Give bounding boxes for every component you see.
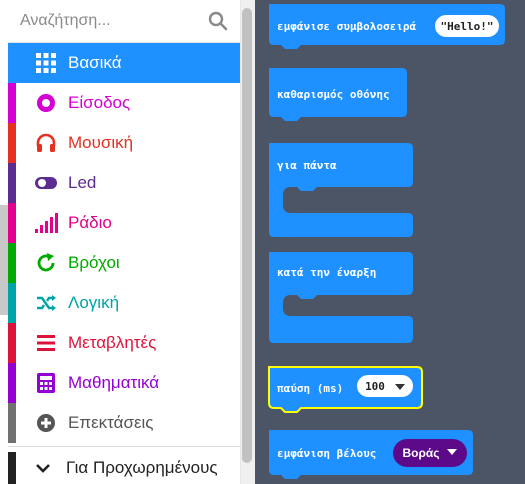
category-label: Ράδιο: [68, 213, 112, 232]
block-label: για πάντα: [277, 159, 337, 172]
grid-icon: [34, 51, 58, 75]
direction-value: Βοράς: [402, 446, 439, 460]
search-input[interactable]: [20, 9, 200, 33]
block-show-string[interactable]: εμφάνισε συμβολοσειρά "Hello!": [269, 4, 505, 49]
search-icon[interactable]: [208, 11, 228, 31]
category-extensions[interactable]: Επεκτάσεις: [8, 403, 240, 443]
block-label: εμφάνιση βέλους: [277, 447, 376, 460]
calculator-icon: [34, 371, 58, 395]
category-logic[interactable]: Λογική: [8, 283, 240, 323]
chevron-down-icon: [34, 458, 54, 478]
category-math[interactable]: Μαθηματικά: [8, 363, 240, 403]
plus-circle-icon: [34, 411, 58, 435]
block-on-start[interactable]: κατά την έναρξη: [269, 252, 413, 343]
block-pause[interactable]: παύση (ms) 100: [268, 366, 423, 413]
block-flyout: εμφάνισε συμβολοσειρά "Hello!" καθαρισμό…: [268, 4, 505, 479]
splitter-handle[interactable]: [0, 205, 8, 315]
category-variables[interactable]: Μεταβλητές: [8, 323, 240, 363]
block-show-arrow[interactable]: εμφάνιση βέλους Βοράς: [269, 430, 473, 479]
block-label: κατά την έναρξη: [277, 266, 376, 279]
scrollbar-thumb[interactable]: [242, 8, 252, 463]
flyout-workspace: εμφάνισε συμβολοσειρά "Hello!" καθαρισμό…: [255, 0, 525, 484]
headphones-icon: [34, 131, 58, 155]
advanced-toggle[interactable]: Για Προχωρημένους: [8, 452, 240, 484]
block-label: εμφάνισε συμβολοσειρά: [277, 20, 416, 33]
category-label: Led: [68, 173, 97, 192]
category-label: Μουσική: [68, 133, 134, 152]
toggle-icon: [34, 171, 58, 195]
shuffle-icon: [34, 291, 58, 315]
category-music[interactable]: Μουσική: [8, 123, 240, 163]
block-forever[interactable]: για πάντα: [269, 143, 413, 237]
category-loops[interactable]: Βρόχοι: [8, 243, 240, 283]
category-label: Βασικά: [68, 53, 122, 72]
category-label: Επεκτάσεις: [68, 413, 154, 432]
number-value: 100: [365, 380, 385, 393]
block-label: παύση (ms): [277, 382, 343, 395]
block-label: καθαρισμός οθόνης: [277, 88, 390, 101]
input-icon: [34, 91, 58, 115]
category-label: Μεταβλητές: [68, 333, 157, 352]
search-bar: [8, 0, 240, 43]
category-label: Μαθηματικά: [68, 373, 160, 392]
string-value: "Hello!": [441, 20, 494, 33]
refresh-icon: [34, 251, 58, 275]
category-label: Είσοδος: [68, 93, 131, 112]
signal-bars-icon: [34, 211, 58, 235]
category-label: Βρόχοι: [68, 253, 120, 272]
block-clear-screen[interactable]: καθαρισμός οθόνης: [269, 68, 407, 121]
list-lines-icon: [34, 331, 58, 355]
divider: [8, 446, 240, 447]
category-input[interactable]: Είσοδος: [8, 83, 240, 123]
category-label: Λογική: [68, 293, 120, 312]
category-radio[interactable]: Ράδιο: [8, 203, 240, 243]
category-basic[interactable]: Βασικά: [8, 43, 240, 83]
toolbox: Βασικά Είσοδος Μουσική Led: [8, 0, 240, 484]
advanced-label: Για Προχωρημένους: [66, 458, 218, 477]
category-list: Βασικά Είσοδος Μουσική Led Ράδιο Βρόχοι …: [8, 43, 240, 443]
category-led[interactable]: Led: [8, 163, 240, 203]
